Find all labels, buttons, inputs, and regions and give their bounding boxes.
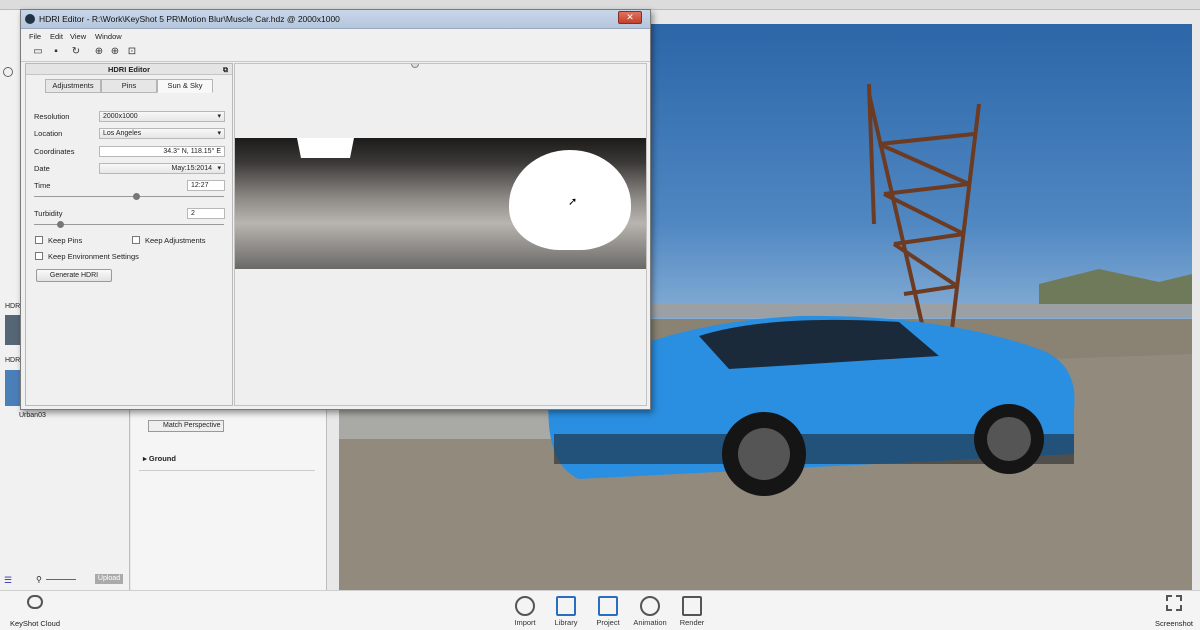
app-icon [25,14,35,24]
menu-window[interactable]: Window [95,32,122,41]
menu-view[interactable]: View [70,32,86,41]
keep-adjustments-checkbox[interactable] [132,236,140,244]
screenshot-icon [1166,595,1182,611]
open-folder-icon[interactable]: ▭ [32,46,44,58]
keyshot-cloud-label: KeyShot Cloud [9,619,61,628]
menu-bar: File Edit View Window [21,30,650,44]
project-label: Project [596,618,620,627]
book-icon [556,596,576,616]
library-button[interactable]: Library [546,593,586,627]
animation-label: Animation [633,618,667,627]
match-perspective-label: Match Perspective [163,422,221,429]
environment-thumbnail[interactable] [5,370,21,406]
render-label: Render [679,618,705,627]
generate-hdri-button[interactable]: Generate HDRI [36,269,112,282]
download-icon[interactable]: ⊕ [93,46,105,58]
environment-thumbnail[interactable] [5,315,21,345]
resolution-dropdown[interactable]: 2000x1000 [99,111,225,122]
close-icon: ✕ [626,12,634,22]
tab-pins[interactable]: Pins [101,79,157,93]
zoom-slider[interactable] [46,579,76,580]
date-label: Date [34,164,50,173]
panel-title-bar: HDRI Editor ⧉ [26,64,232,75]
upload-button[interactable]: Upload [95,574,123,584]
ground-section[interactable]: ▸ Ground [143,454,176,463]
hdr-label-1: HDR [5,303,21,310]
import-button[interactable]: Import [505,593,545,627]
time-field[interactable]: 12:27 [187,180,225,191]
tab-strip: Adjustments Pins Sun & Sky [45,79,215,93]
turbidity-slider[interactable] [34,221,224,228]
keep-pins-checkbox[interactable] [35,236,43,244]
hdri-editor-panel: HDRI Editor ⧉ Adjustments Pins Sun & Sky… [25,63,233,406]
bottom-toolbar: KeyShot Cloud Import Library Project Ani… [0,590,1200,630]
environment-settings-panel: Match Perspective ▸ Ground [131,400,327,590]
list-view-icon[interactable]: ☰ [4,575,12,586]
match-perspective-button[interactable]: Match Perspective [148,420,224,432]
zoom-out-icon[interactable]: ⚲ [36,575,42,584]
window-title: HDRI Editor - R:\Work\KeyShot 5 PR\Motio… [39,14,340,24]
hdri-preview-canvas[interactable]: ➚ [234,63,647,406]
search-icon[interactable] [3,67,13,77]
hdr-label-2: HDR [5,357,21,364]
panel-title: HDRI Editor [107,65,151,74]
light-pin[interactable] [297,138,354,158]
cloud-icon [27,595,43,609]
import-label: Import [514,618,536,627]
menu-file[interactable]: File [29,32,41,41]
close-button[interactable]: ✕ [618,11,642,24]
coordinates-field[interactable]: 34.3° N, 118.15° E [99,146,225,157]
undock-icon[interactable]: ⧉ [223,65,228,76]
keep-environment-checkbox[interactable] [35,252,43,260]
keyshot-cloud-button[interactable]: KeyShot Cloud [5,595,65,628]
divider [139,470,315,471]
project-button[interactable]: Project [588,593,628,627]
save-icon[interactable]: ▪ [50,46,62,58]
camera-icon [682,596,702,616]
location-dropdown[interactable]: Los Angeles [99,128,225,139]
time-slider-knob[interactable] [132,193,140,200]
location-label: Location [34,129,63,138]
animation-button[interactable]: Animation [630,593,670,627]
toolbar: ▭ ▪ ↻ ⊕ ⊕ ⊡ [21,44,650,62]
hdri-image[interactable]: ➚ [235,138,646,269]
tab-adjustments[interactable]: Adjustments [45,79,101,93]
time-slider[interactable] [34,193,224,200]
turbidity-label: Turbidity [34,209,63,218]
render-button[interactable]: Render [672,593,712,627]
screenshot-label: Screenshot [1155,619,1193,628]
project-icon [598,596,618,616]
ground-label: Ground [148,454,176,463]
upload-icon[interactable]: ⊕ [109,46,121,58]
play-icon [640,596,660,616]
date-picker[interactable]: May:15:2014 [99,163,225,174]
keep-pins-label: Keep Pins [48,236,83,245]
export-icon[interactable]: ⊡ [126,46,138,58]
resolution-label: Resolution [34,112,70,121]
library-label: Library [554,618,578,627]
coordinates-label: Coordinates [34,147,75,156]
time-label: Time [34,181,51,190]
refresh-icon[interactable]: ↻ [70,46,82,58]
menu-edit[interactable]: Edit [50,32,63,41]
keep-adjustments-label: Keep Adjustments [145,236,206,245]
thumbnail-label: Urban03 [19,412,46,419]
mouse-cursor-icon: ➚ [568,196,578,208]
screenshot-button[interactable]: Screenshot [1150,595,1198,628]
turbidity-slider-knob[interactable] [56,221,64,228]
hdri-editor-window: HDRI Editor - R:\Work\KeyShot 5 PR\Motio… [20,9,651,410]
turbidity-field[interactable]: 2 [187,208,225,219]
keep-environment-label: Keep Environment Settings [48,252,139,261]
tab-sun-and-sky[interactable]: Sun & Sky [157,79,213,93]
import-icon [515,596,535,616]
title-bar[interactable]: HDRI Editor - R:\Work\KeyShot 5 PR\Motio… [21,10,650,29]
canvas-handle[interactable] [411,64,419,68]
